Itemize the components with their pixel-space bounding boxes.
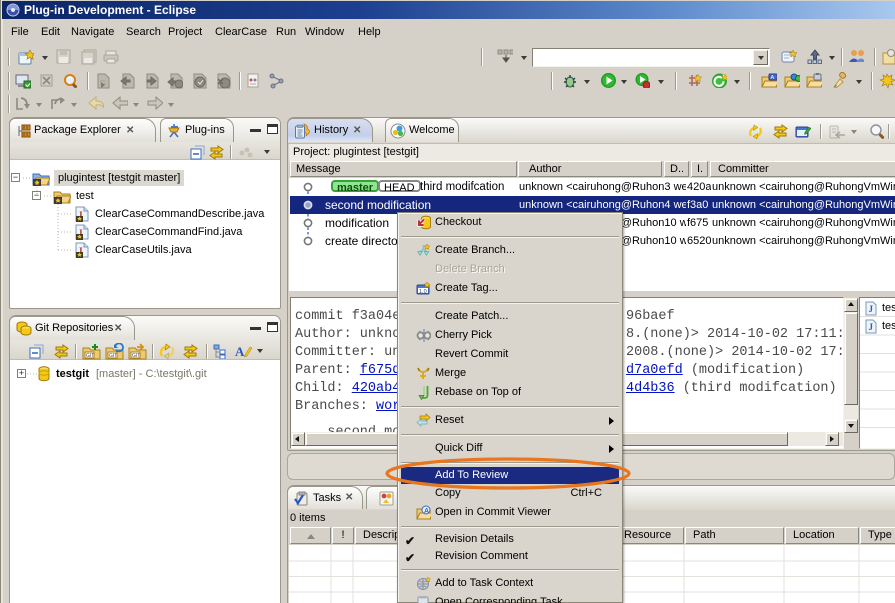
svg-text:1.0: 1.0 xyxy=(419,289,427,295)
svg-text:A: A xyxy=(771,75,775,81)
svg-text:A: A xyxy=(235,344,245,359)
svg-text:GIT: GIT xyxy=(86,353,94,359)
svg-text:A: A xyxy=(424,508,429,515)
svg-text:GIT: GIT xyxy=(132,353,140,359)
svg-text:GIT: GIT xyxy=(109,353,117,359)
